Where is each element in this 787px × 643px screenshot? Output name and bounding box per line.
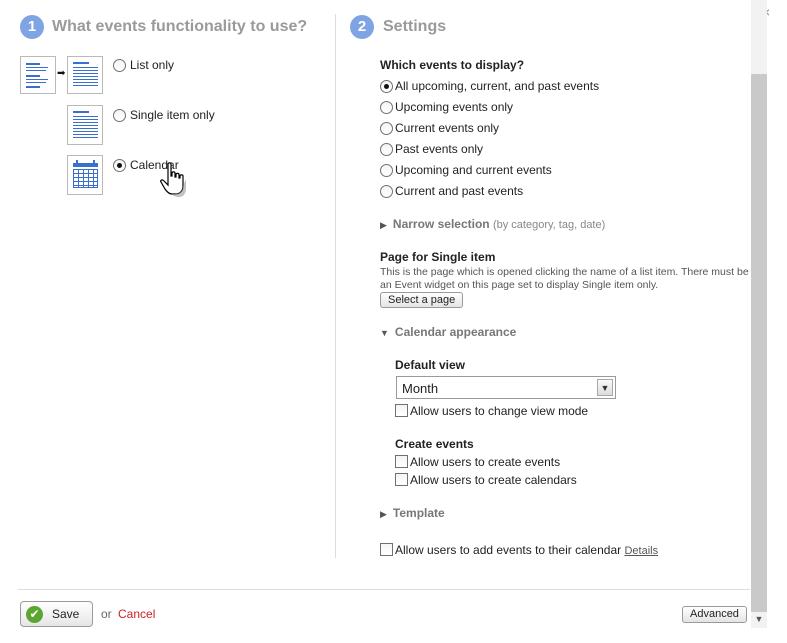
checkbox-change-view[interactable] bbox=[395, 404, 408, 417]
radio-single-item[interactable] bbox=[113, 109, 126, 122]
save-button[interactable]: ✔ Save bbox=[20, 601, 93, 627]
list-thumbnail-icon bbox=[20, 56, 56, 94]
single-page-description: This is the page which is opened clickin… bbox=[380, 266, 749, 291]
label-create-calendars[interactable]: Allow users to create calendars bbox=[410, 473, 577, 487]
select-page-button[interactable]: Select a page bbox=[380, 292, 464, 308]
label-list-only[interactable]: List only bbox=[130, 58, 174, 72]
radio-display-current-past[interactable] bbox=[380, 185, 393, 198]
radio-display-all[interactable] bbox=[380, 80, 393, 93]
single-item-icon bbox=[67, 105, 103, 145]
default-view-select[interactable]: Month ▼ bbox=[396, 376, 616, 399]
arrow-right-icon: ➡ bbox=[57, 68, 66, 79]
advanced-button[interactable]: Advanced bbox=[682, 606, 747, 623]
expand-triangle-icon: ▶ bbox=[380, 509, 387, 519]
footer-divider bbox=[18, 589, 750, 590]
radio-calendar[interactable] bbox=[113, 159, 126, 172]
step-1-title: What events functionality to use? bbox=[52, 18, 308, 35]
checkbox-create-calendars[interactable] bbox=[395, 473, 408, 486]
label-display-upcoming[interactable]: Upcoming events only bbox=[395, 100, 513, 114]
label-create-events[interactable]: Allow users to create events bbox=[410, 455, 560, 469]
calendar-icon bbox=[67, 155, 103, 195]
label-display-current[interactable]: Current events only bbox=[395, 121, 499, 135]
default-view-heading: Default view bbox=[395, 358, 466, 372]
label-display-upcoming-current[interactable]: Upcoming and current events bbox=[395, 163, 552, 177]
create-events-heading: Create events bbox=[395, 437, 474, 451]
hand-cursor-icon bbox=[160, 162, 186, 197]
label-display-all[interactable]: All upcoming, current, and past events bbox=[395, 79, 599, 93]
template-toggle[interactable]: ▶ Template bbox=[380, 506, 445, 521]
template-label: Template bbox=[392, 506, 445, 520]
or-text: or bbox=[101, 607, 112, 621]
display-heading: Which events to display? bbox=[380, 58, 525, 72]
step-2-badge: 2 bbox=[350, 15, 374, 39]
checkmark-icon: ✔ bbox=[26, 606, 43, 623]
column-divider bbox=[335, 14, 336, 558]
add-to-calendar-row: Allow users to add events to their calen… bbox=[395, 543, 658, 558]
detail-thumbnail-icon bbox=[67, 56, 103, 94]
label-display-current-past[interactable]: Current and past events bbox=[395, 184, 523, 198]
default-view-value: Month bbox=[402, 381, 439, 396]
details-link[interactable]: Details bbox=[624, 545, 658, 557]
save-label: Save bbox=[52, 607, 80, 621]
label-change-view[interactable]: Allow users to change view mode bbox=[410, 404, 588, 418]
narrow-selection-label: Narrow selection bbox=[392, 217, 490, 231]
label-add-to-calendar[interactable]: Allow users to add events to their calen… bbox=[395, 543, 621, 557]
label-single-item[interactable]: Single item only bbox=[130, 108, 215, 122]
collapse-triangle-icon: ▼ bbox=[380, 328, 389, 338]
radio-display-upcoming-current[interactable] bbox=[380, 164, 393, 177]
narrow-selection-toggle[interactable]: ▶ Narrow selection (by category, tag, dat… bbox=[380, 217, 605, 232]
events-settings-dialog: × ▼ 1 What events functionality to use? … bbox=[0, 0, 787, 643]
single-page-heading: Page for Single item bbox=[380, 250, 496, 264]
cancel-link[interactable]: Cancel bbox=[118, 607, 155, 621]
scrollbar-thumb[interactable] bbox=[751, 74, 767, 612]
step-1-badge: 1 bbox=[20, 15, 44, 39]
expand-triangle-icon: ▶ bbox=[380, 220, 387, 230]
checkbox-create-events[interactable] bbox=[395, 455, 408, 468]
label-display-past[interactable]: Past events only bbox=[395, 142, 483, 156]
checkbox-add-to-calendar[interactable] bbox=[380, 543, 393, 556]
calendar-appearance-toggle[interactable]: ▼ Calendar appearance bbox=[380, 325, 516, 340]
radio-display-current[interactable] bbox=[380, 122, 393, 135]
radio-display-upcoming[interactable] bbox=[380, 101, 393, 114]
scroll-down-arrow-icon[interactable]: ▼ bbox=[752, 613, 766, 625]
calendar-appearance-label: Calendar appearance bbox=[394, 325, 517, 339]
radio-display-past[interactable] bbox=[380, 143, 393, 156]
narrow-selection-hint: (by category, tag, date) bbox=[492, 219, 606, 231]
chevron-down-icon[interactable]: ▼ bbox=[597, 379, 613, 396]
radio-list-only[interactable] bbox=[113, 59, 126, 72]
step-2-title: Settings bbox=[383, 18, 447, 35]
